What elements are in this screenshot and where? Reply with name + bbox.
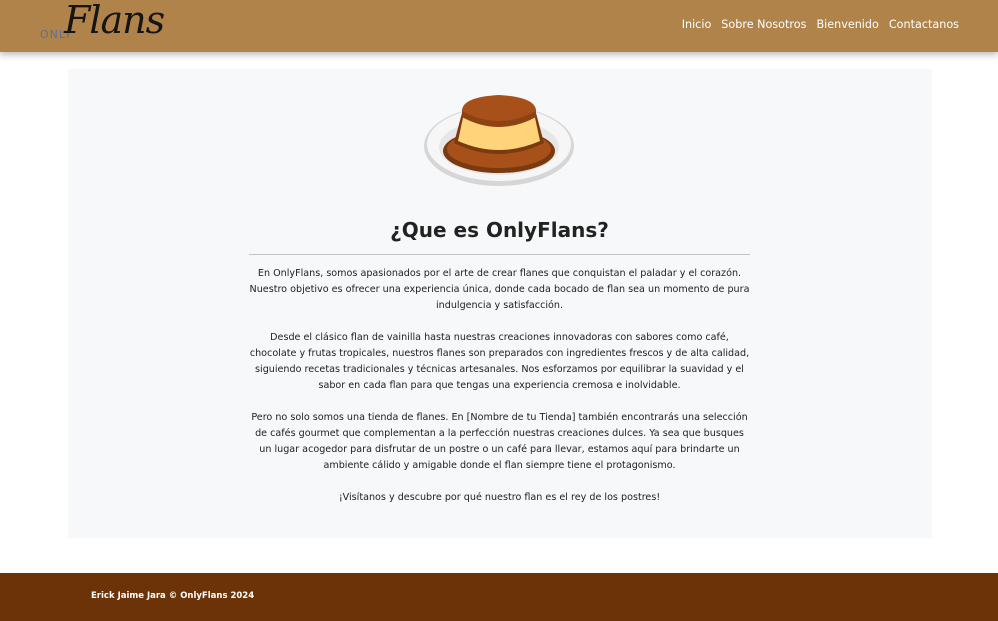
about-card: ¿Que es OnlyFlans? En OnlyFlans, somos a… xyxy=(68,69,932,538)
nav-link-sobre-nosotros[interactable]: Sobre Nosotros xyxy=(721,18,806,31)
footer: Erick Jaime Jara © OnlyFlans 2024 xyxy=(0,573,998,621)
page-title: ¿Que es OnlyFlans? xyxy=(390,218,609,242)
about-text: En OnlyFlans, somos apasionados por el a… xyxy=(249,266,750,522)
title-divider xyxy=(249,254,750,255)
paragraph-intro: En OnlyFlans, somos apasionados por el a… xyxy=(249,268,750,311)
paragraph-flavors: Desde el clásico flan de vainilla hasta … xyxy=(249,332,750,391)
flan-image xyxy=(424,95,574,186)
navbar: ONLY Flans Inicio Sobre Nosotros Bienven… xyxy=(0,0,998,52)
paragraph-visit: ¡Visítanos y descubre por qué nuestro fl… xyxy=(338,492,661,503)
nav-link-inicio[interactable]: Inicio xyxy=(682,18,712,31)
brand-flans-text: Flans xyxy=(64,0,165,42)
paragraph-coffee: Pero no solo somos una tienda de flanes.… xyxy=(251,412,748,471)
nav-link-bienvenido[interactable]: Bienvenido xyxy=(816,18,878,31)
footer-copyright: Erick Jaime Jara © OnlyFlans 2024 xyxy=(91,591,255,601)
brand-logo[interactable]: ONLY Flans xyxy=(40,0,170,46)
nav-menu: Inicio Sobre Nosotros Bienvenido Contact… xyxy=(682,18,959,31)
nav-link-contactanos[interactable]: Contactanos xyxy=(889,18,959,31)
